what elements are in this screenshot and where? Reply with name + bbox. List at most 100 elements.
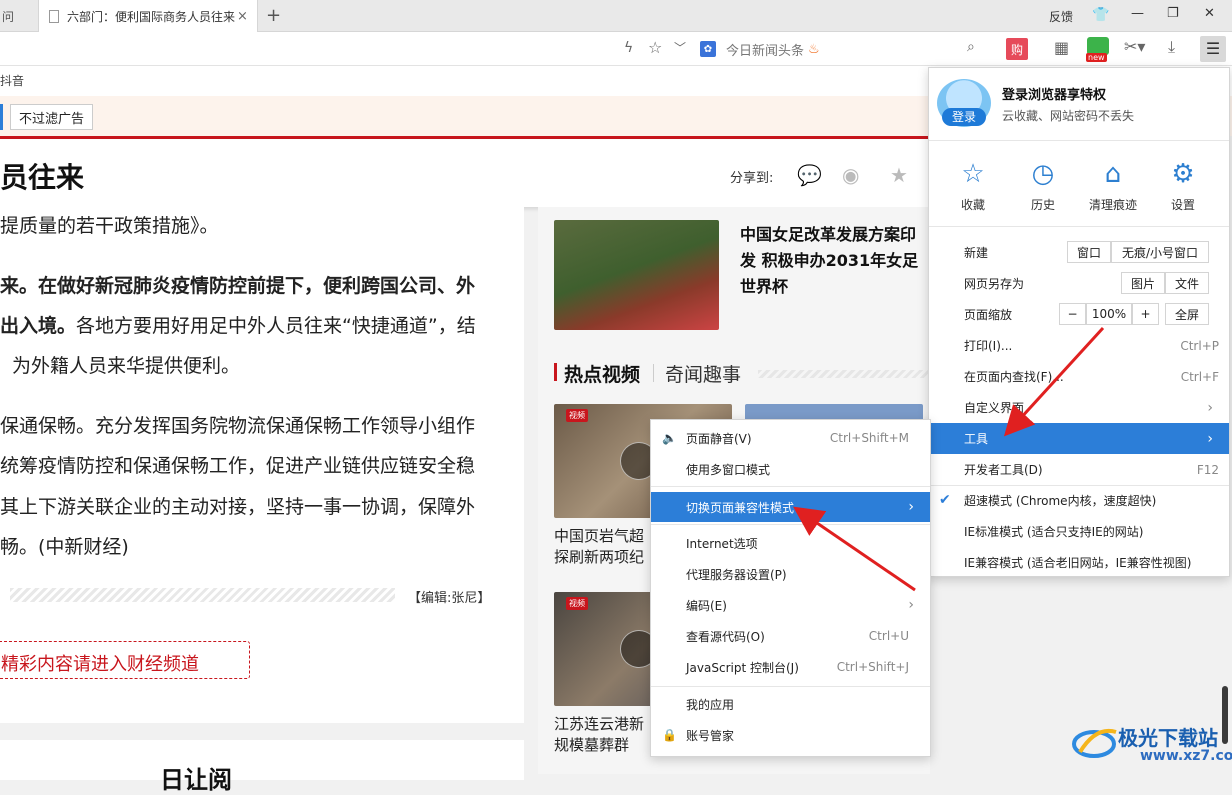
editor-divider	[10, 588, 395, 602]
article-header	[0, 139, 930, 207]
video-caption[interactable]: 中国页岩气超	[554, 526, 644, 547]
zoom-in-button[interactable]: +	[1132, 303, 1159, 325]
scrollbar-thumb[interactable]	[1222, 686, 1228, 744]
shirt-icon[interactable]: 👕	[1092, 7, 1109, 23]
section-line	[758, 370, 928, 378]
quick-clear-traces[interactable]: ⌂ 清理痕迹	[1085, 158, 1141, 213]
star-icon[interactable]: ☆	[648, 38, 662, 57]
watermark-name: 极光下载站	[1118, 726, 1218, 750]
quick-favorites[interactable]: ☆ 收藏	[945, 158, 1001, 213]
minimize-button[interactable]: —	[1131, 6, 1144, 21]
article-paragraph: 统筹疫情防控和保通保畅工作，促进产业链供应链安全稳	[0, 455, 476, 477]
zoom-out-button[interactable]: −	[1059, 303, 1086, 325]
menu-mode-compat[interactable]: IE兼容模式 (适合老旧网站，IE兼容性视图)	[929, 547, 1229, 578]
save-image-button[interactable]: 图片	[1121, 272, 1165, 294]
lock-icon: 🔒	[662, 728, 677, 742]
submenu-js-console[interactable]: JavaScript 控制台(J) Ctrl+Shift+J	[651, 652, 930, 682]
tab-close-icon[interactable]: ×	[237, 9, 248, 24]
apps-grid-icon[interactable]: ▦	[1054, 38, 1069, 57]
video-caption[interactable]: 江苏连云港新	[554, 714, 644, 735]
finance-channel-link[interactable]: 精彩内容请进入财经频道	[0, 641, 250, 679]
favorite-star-icon[interactable]: ★	[890, 163, 908, 187]
new-window-button[interactable]: 窗口	[1067, 241, 1111, 263]
watermark-url: www.xz7.com	[1140, 748, 1232, 764]
menu-label: Internet选项	[686, 536, 758, 551]
quick-history[interactable]: ◷ 历史	[1015, 158, 1071, 213]
news-thumbnail[interactable]	[554, 220, 719, 330]
menu-label: 编码(E)	[686, 598, 727, 613]
submenu-mute[interactable]: 🔈 页面静音(V) Ctrl+Shift+M	[651, 423, 930, 453]
no-ad-filter-button[interactable]: 不过滤广告	[10, 104, 94, 130]
bottom-card	[0, 740, 524, 780]
menu-divider	[651, 524, 930, 525]
checkmark-icon: ✔	[939, 492, 951, 508]
save-file-button[interactable]: 文件	[1165, 272, 1209, 294]
tab-hot-videos[interactable]: 热点视频	[564, 360, 640, 387]
menu-label: 在页面内查找(F)...	[964, 370, 1064, 384]
shopping-icon[interactable]: 购	[1006, 38, 1028, 60]
menu-mode-ie[interactable]: IE标准模式 (适合只支持IE的网站)	[929, 516, 1229, 547]
scissors-icon[interactable]: ✂▾	[1124, 37, 1145, 56]
new-private-window-button[interactable]: 无痕/小号窗口	[1111, 241, 1209, 263]
menu-label: 使用多窗口模式	[686, 462, 771, 477]
submenu-my-apps[interactable]: 我的应用	[651, 689, 930, 719]
menu-find[interactable]: 在页面内查找(F)... Ctrl+F	[929, 361, 1229, 392]
menu-divider	[651, 686, 930, 687]
new-tab-button[interactable]: +	[266, 5, 281, 26]
menu-custom-ui[interactable]: 自定义界面 ›	[929, 392, 1229, 423]
tab-bar: 问 六部门：便利国际商务人员往来 × + 反馈 👕 — ❐ ✕	[0, 0, 1232, 32]
menu-label: 页面缩放	[964, 308, 1013, 322]
submenu-view-source[interactable]: 查看源代码(O) Ctrl+U	[651, 621, 930, 651]
restore-button[interactable]: ❐	[1167, 6, 1179, 21]
tab-active[interactable]: 六部门：便利国际商务人员往来 ×	[38, 0, 258, 32]
article-paragraph: 来。在做好新冠肺炎疫情防控前提下，便利跨国公司、外	[0, 275, 476, 297]
submenu-encoding[interactable]: 编码(E) ›	[651, 590, 930, 620]
weibo-icon[interactable]: ◉	[842, 163, 859, 187]
menu-divider	[929, 140, 1229, 141]
chevron-right-icon: ›	[1207, 430, 1213, 447]
window-close-button[interactable]: ✕	[1204, 6, 1215, 21]
submenu-multi-window[interactable]: 使用多窗口模式	[651, 454, 930, 484]
submenu-internet-options[interactable]: Internet选项	[651, 528, 930, 558]
menu-tools[interactable]: 工具 ›	[929, 423, 1229, 454]
chevron-right-icon: ›	[908, 597, 914, 613]
menu-label: IE兼容模式 (适合老旧网站，IE兼容性视图)	[964, 556, 1192, 570]
article-title: 员往来	[0, 161, 85, 194]
video-caption[interactable]: 规模墓葬群	[554, 735, 629, 756]
menu-devtools[interactable]: 开发者工具(D) F12	[929, 454, 1229, 485]
submenu-account[interactable]: 🔒 账号管家	[651, 720, 930, 750]
editor-label: 【编辑:张尼】	[408, 591, 491, 606]
article-paragraph: 为外籍人员来华提供便利。	[12, 355, 241, 377]
tab-previous-label: 问	[2, 9, 15, 24]
fullscreen-button[interactable]: 全屏	[1165, 303, 1209, 325]
news-headline-box[interactable]: ✿ 今日新闻头条 ♨	[700, 38, 1000, 60]
login-button[interactable]: 登录	[942, 108, 986, 126]
menu-login-subtitle: 云收藏、网站密码不丢失	[1002, 109, 1135, 123]
chevron-down-icon[interactable]: ﹀	[674, 39, 686, 56]
menu-mode-fast[interactable]: 超速模式 (Chrome内核，速度超快)	[929, 485, 1229, 516]
submenu-proxy[interactable]: 代理服务器设置(P)	[651, 559, 930, 589]
download-icon[interactable]: ⤓	[1168, 37, 1175, 57]
submenu-compat-mode[interactable]: 切换页面兼容性模式 ›	[651, 492, 930, 522]
feedback-link[interactable]: 反馈	[1049, 8, 1073, 25]
shortcut: Ctrl+F	[1180, 369, 1219, 384]
quick-settings[interactable]: ⚙ 设置	[1155, 158, 1211, 213]
menu-label: 代理服务器设置(P)	[686, 567, 787, 582]
menu-label: 账号管家	[686, 728, 735, 743]
search-icon[interactable]: ⌕	[967, 39, 975, 55]
menu-icon[interactable]: ☰	[1200, 36, 1226, 62]
address-bar: ϟ ☆ ﹀ ✿ 今日新闻头条 ♨ ⌕ 购 ▦ new ✂▾ ⤓ ☰	[0, 32, 1232, 66]
menu-login-headline[interactable]: 登录浏览器享特权	[1002, 84, 1106, 103]
wechat-icon[interactable]: 💬	[797, 163, 822, 187]
menu-print[interactable]: 打印(I)... Ctrl+P	[929, 330, 1229, 361]
news-headline[interactable]: 中国女足改革发展方案印发 积极申办2031年女足世界杯	[740, 222, 920, 300]
lightning-icon[interactable]: ϟ	[624, 40, 633, 56]
bottom-heading: 日让阅	[160, 766, 232, 794]
tab-previous[interactable]: 问	[0, 0, 36, 32]
menu-label: 切换页面兼容性模式	[686, 500, 795, 515]
tab-odd-news[interactable]: 奇闻趣事	[665, 360, 741, 387]
menu-label: 开发者工具(D)	[964, 463, 1043, 477]
video-caption[interactable]: 探刷新两项纪	[554, 547, 644, 568]
video-badge: 视频	[566, 409, 588, 422]
bookmark-item[interactable]: 抖音	[0, 74, 24, 88]
